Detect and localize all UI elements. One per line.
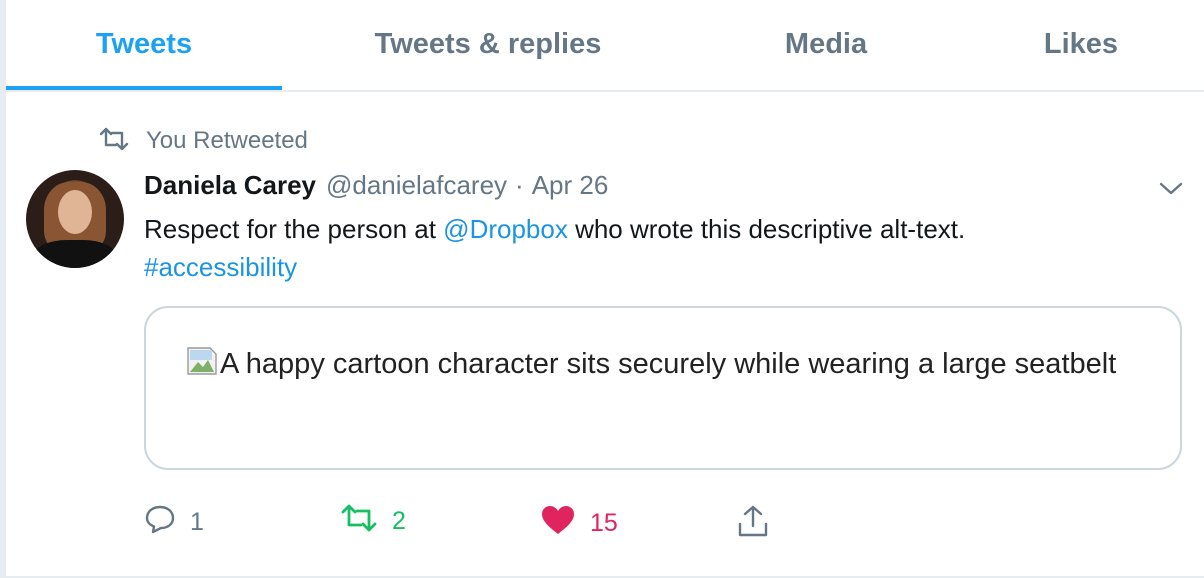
tab-tweets-and-replies[interactable]: Tweets & replies <box>282 0 694 88</box>
reply-button[interactable]: 1 <box>144 504 204 541</box>
separator-dot: · <box>515 170 524 200</box>
tweet-date[interactable]: Apr 26 <box>532 170 609 201</box>
share-button[interactable] <box>736 504 770 545</box>
like-button[interactable]: 15 <box>540 504 618 543</box>
broken-image-icon <box>186 341 218 375</box>
like-count: 15 <box>590 509 618 537</box>
retweet-button[interactable]: 2 <box>340 504 406 539</box>
share-icon <box>736 504 770 545</box>
author-name[interactable]: Daniela Carey <box>144 170 316 201</box>
profile-tabs: Tweets Tweets & replies Media Likes <box>6 0 1204 92</box>
tab-tweets[interactable]: Tweets <box>6 0 282 90</box>
retweet-context-label: You Retweeted <box>146 127 308 154</box>
retweet-count: 2 <box>392 507 406 535</box>
tweet-text-part: Respect for the person at <box>144 214 444 244</box>
retweet-icon <box>340 504 378 539</box>
tweet-text-part: who wrote this descriptive alt-text. <box>567 214 966 244</box>
heart-icon <box>540 504 576 543</box>
tweet-actions: 1 2 15 <box>144 504 844 544</box>
tweet[interactable]: You Retweeted Daniela Carey @danielafcar… <box>6 92 1204 576</box>
tab-media[interactable]: Media <box>694 0 958 88</box>
tweet-text: Respect for the person at @Dropbox who w… <box>144 210 1164 286</box>
tweet-header: Daniela Carey @danielafcarey · Apr 26 <box>144 170 608 201</box>
image-alt-text: A happy cartoon character sits securely … <box>186 338 1166 390</box>
reply-icon <box>144 504 176 541</box>
hashtag-link[interactable]: #accessibility <box>144 252 297 282</box>
mention-link[interactable]: @Dropbox <box>443 214 568 244</box>
chevron-down-icon[interactable] <box>1156 176 1186 200</box>
reply-count: 1 <box>190 508 204 536</box>
media-card[interactable]: A happy cartoon character sits securely … <box>144 306 1182 470</box>
tab-likes[interactable]: Likes <box>958 0 1204 88</box>
retweet-icon <box>98 127 130 156</box>
retweet-context: You Retweeted <box>98 126 308 156</box>
avatar[interactable] <box>26 170 124 268</box>
author-handle[interactable]: @danielafcarey <box>326 170 507 201</box>
